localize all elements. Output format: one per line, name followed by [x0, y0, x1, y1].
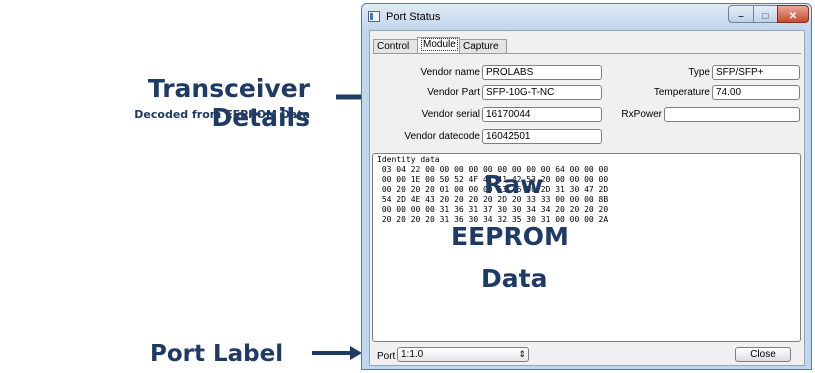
- annotation-eeprom: EEPROM: [451, 222, 569, 251]
- annotation-raw: Raw: [484, 170, 544, 199]
- tab-module-label: Module: [421, 38, 458, 51]
- hex-line: 00 20 20 20 01 00 00 00 53 46 50 2D 31 3…: [377, 185, 609, 194]
- temperature-label: Temperature: [653, 87, 710, 98]
- maximize-button[interactable]: □: [753, 5, 778, 23]
- vendor-name-field[interactable]: PROLABS: [482, 65, 602, 80]
- maximize-icon: □: [762, 11, 769, 22]
- tab-divider: [373, 53, 801, 54]
- port-status-window: Port Status – □ ✕ Control Module Capture…: [361, 3, 812, 370]
- type-field[interactable]: SFP/SFP+: [712, 65, 800, 80]
- hex-line: 20 20 20 20 31 36 30 34 32 35 30 31 00 0…: [377, 215, 609, 224]
- hex-line: 00 00 1E 00 50 52 4F 4C 41 42 53 20 00 0…: [377, 175, 609, 184]
- window-client-area: Control Module Capture Vendor name PROLA…: [369, 30, 805, 366]
- vendor-name-label: Vendor name: [420, 67, 481, 78]
- vendor-datecode-field[interactable]: 16042501: [482, 129, 602, 144]
- identity-data-textarea[interactable]: Identity data 03 04 22 00 00 00 00 00 00…: [372, 153, 801, 342]
- app-icon: [368, 11, 380, 22]
- close-button[interactable]: Close: [735, 347, 791, 362]
- tab-control[interactable]: Control: [373, 39, 418, 54]
- minimize-button[interactable]: –: [728, 5, 754, 23]
- vendor-serial-label: Vendor serial: [421, 109, 480, 120]
- annotation-data: Data: [481, 264, 548, 293]
- tab-capture[interactable]: Capture: [459, 39, 507, 54]
- annotation-transceiver-title: Transceiver Details: [147, 74, 310, 132]
- title-bar[interactable]: Port Status – □ ✕: [362, 4, 811, 30]
- rxpower-label: RxPower: [621, 109, 662, 120]
- rxpower-field[interactable]: [664, 107, 800, 122]
- hex-line: 03 04 22 00 00 00 00 00 00 00 00 00 64 0…: [377, 165, 609, 174]
- type-label: Type: [688, 67, 710, 78]
- tab-module[interactable]: Module: [417, 37, 460, 54]
- vendor-part-label: Vendor Part: [427, 87, 480, 98]
- port-label: Port: [377, 351, 396, 362]
- updown-arrow-icon: ⇕: [518, 349, 526, 359]
- hex-line: 54 2D 4E 43 20 20 20 20 2D 20 33 33 00 0…: [377, 195, 609, 204]
- port-select-value: 1:1.0: [401, 349, 424, 360]
- annotation-port-label: Port Label: [150, 341, 284, 367]
- port-select[interactable]: 1:1.0 ⇕: [397, 347, 529, 362]
- vendor-part-field[interactable]: SFP-10G-T-NC: [482, 85, 602, 100]
- window-title: Port Status: [386, 11, 441, 23]
- close-icon: ✕: [788, 11, 798, 22]
- annotation-transceiver-subtitle: Decoded from EEPROM Data: [134, 108, 310, 121]
- temperature-field[interactable]: 74.00: [712, 85, 800, 100]
- vendor-datecode-label: Vendor datecode: [404, 131, 480, 142]
- identity-heading: Identity data: [377, 155, 440, 164]
- vendor-serial-field[interactable]: 16170044: [482, 107, 602, 122]
- minimize-icon: –: [738, 11, 744, 22]
- close-window-button[interactable]: ✕: [777, 5, 809, 23]
- hex-line: 00 00 00 00 31 36 31 37 30 30 34 34 20 2…: [377, 205, 609, 214]
